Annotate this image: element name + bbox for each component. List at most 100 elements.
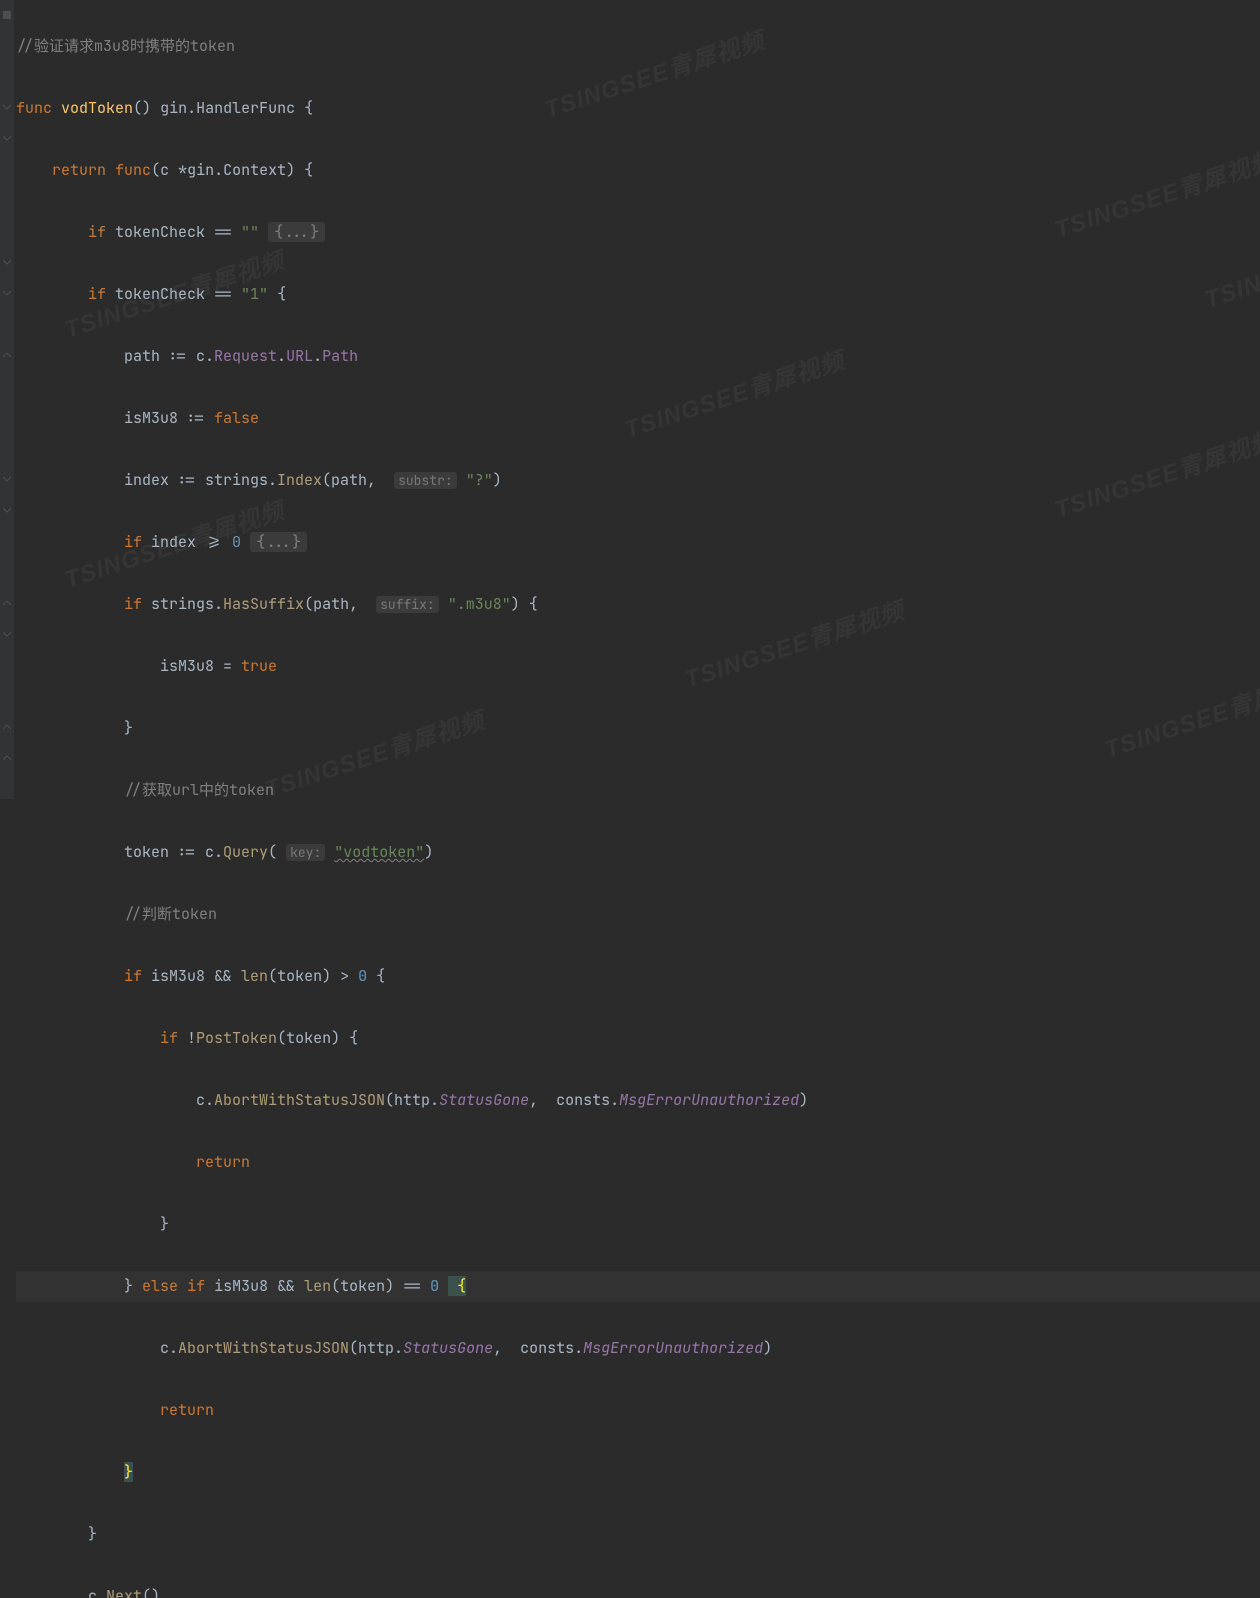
code-line[interactable]: isM3u8 := false [16,403,1260,434]
code-line[interactable]: } [16,1457,1260,1488]
function-call: PostToken [196,1028,277,1048]
text: token := c. [124,842,223,862]
constant: MsgErrorUnauthorized [619,1090,799,1110]
comment: //验证请求m3u8时携带的token [16,36,235,56]
fold-icon[interactable] [2,257,12,267]
code-line[interactable]: return [16,1147,1260,1178]
brace-match: { [448,1276,466,1296]
code-line[interactable]: c.AbortWithStatusJSON(http.StatusGone, c… [16,1085,1260,1116]
function-call: Query [223,842,268,862]
fold-icon[interactable] [2,629,12,639]
text: { [268,284,286,304]
number: 0 [430,1276,439,1296]
parameter-hint: suffix: [376,596,439,613]
text: ) [493,470,502,490]
text: ) { [286,160,313,180]
bookmark-icon [2,10,12,20]
code-line[interactable]: //验证请求m3u8时携带的token [16,31,1260,62]
text: c. [160,1338,178,1358]
field: Path [322,346,358,366]
text: strings. [142,594,223,614]
builtin: len [241,966,268,986]
code-line[interactable]: c.AbortWithStatusJSON(http.StatusGone, c… [16,1333,1260,1364]
code-line[interactable]: //获取url中的token [16,775,1260,806]
text: (token) == [331,1276,430,1296]
text: isM3u8 := [124,408,214,428]
function-call: HasSuffix [223,594,304,614]
text: { [295,98,313,118]
text: (c * [151,160,187,180]
keyword: if [124,966,142,986]
text: ! [178,1028,196,1048]
code-line[interactable]: if isM3u8 && len(token) > 0 { [16,961,1260,992]
code-line[interactable]: path := c.Request.URL.Path [16,341,1260,372]
keyword: return [196,1152,250,1172]
code-line[interactable]: } [16,713,1260,744]
text: isM3u8 && [205,1276,304,1296]
code-line[interactable]: isM3u8 = true [16,651,1260,682]
code-line[interactable]: if index >= 0 {...} [16,527,1260,558]
parameter-hint: key: [286,844,325,861]
text: index >= [142,532,232,552]
code-line[interactable]: c.Next() [16,1581,1260,1598]
code-line-active[interactable]: } else if isM3u8 && len(token) == 0 { [16,1271,1260,1302]
string: "vodtoken" [334,842,424,862]
code-line[interactable]: index := strings.Index(path, substr: "?"… [16,465,1260,496]
keyword: if [187,1276,205,1296]
keyword: false [214,408,259,428]
text: (token) > [268,966,358,986]
string: "?" [466,470,493,490]
code-line[interactable]: //判断token [16,899,1260,930]
constant: MsgErrorUnauthorized [583,1338,763,1358]
fold-icon[interactable] [2,474,12,484]
function-call: Index [277,470,322,490]
fold-icon[interactable] [2,505,12,515]
code-line[interactable]: return func(c *gin.Context) { [16,155,1260,186]
string: "" [241,222,259,242]
text: ( [268,842,277,862]
fold-icon[interactable] [2,133,12,143]
number: 0 [358,966,367,986]
keyword: return [160,1400,214,1420]
text: tokenCheck == [106,222,241,242]
package: gin [187,160,214,180]
code-line[interactable]: if strings.HasSuffix(path, suffix: ".m3u… [16,589,1260,620]
brace-match: } [124,1462,133,1482]
text: () [133,98,160,118]
gutter-close-icon[interactable] [2,722,12,732]
code-line[interactable]: } [16,1209,1260,1240]
text: c. [196,1090,214,1110]
fold-icon[interactable] [2,288,12,298]
text: c. [88,1586,106,1598]
code-editor[interactable]: //验证请求m3u8时携带的token func vodToken() gin.… [16,0,1260,1598]
code-line[interactable]: func vodToken() gin.HandlerFunc { [16,93,1260,124]
string: "1" [241,284,268,304]
number: 0 [232,532,241,552]
constant: StatusGone [439,1090,529,1110]
field: URL [286,346,313,366]
code-line[interactable]: if tokenCheck == "" {...} [16,217,1260,248]
text: isM3u8 = [160,656,241,676]
text: (path, [322,470,385,490]
text: ) { [511,594,538,614]
code-line[interactable]: if tokenCheck == "1" { [16,279,1260,310]
code-line[interactable]: if !PostToken(token) { [16,1023,1260,1054]
text: . [214,160,223,180]
gutter-close-icon[interactable] [2,598,12,608]
fold-icon[interactable] [2,102,12,112]
text: path := c. [124,346,214,366]
code-line[interactable]: return [16,1395,1260,1426]
text: } [124,718,133,738]
text: (http. [385,1090,439,1110]
text: } [160,1214,169,1234]
gutter [0,0,14,799]
gutter-close-icon[interactable] [2,753,12,763]
code-fold[interactable]: {...} [268,222,325,242]
code-line[interactable]: } [16,1519,1260,1550]
keyword: if [160,1028,178,1048]
code-line[interactable]: token := c.Query( key: "vodtoken") [16,837,1260,868]
gutter-close-icon[interactable] [2,350,12,360]
text: } [124,1276,142,1296]
code-fold[interactable]: {...} [250,532,307,552]
keyword: func [16,98,52,118]
